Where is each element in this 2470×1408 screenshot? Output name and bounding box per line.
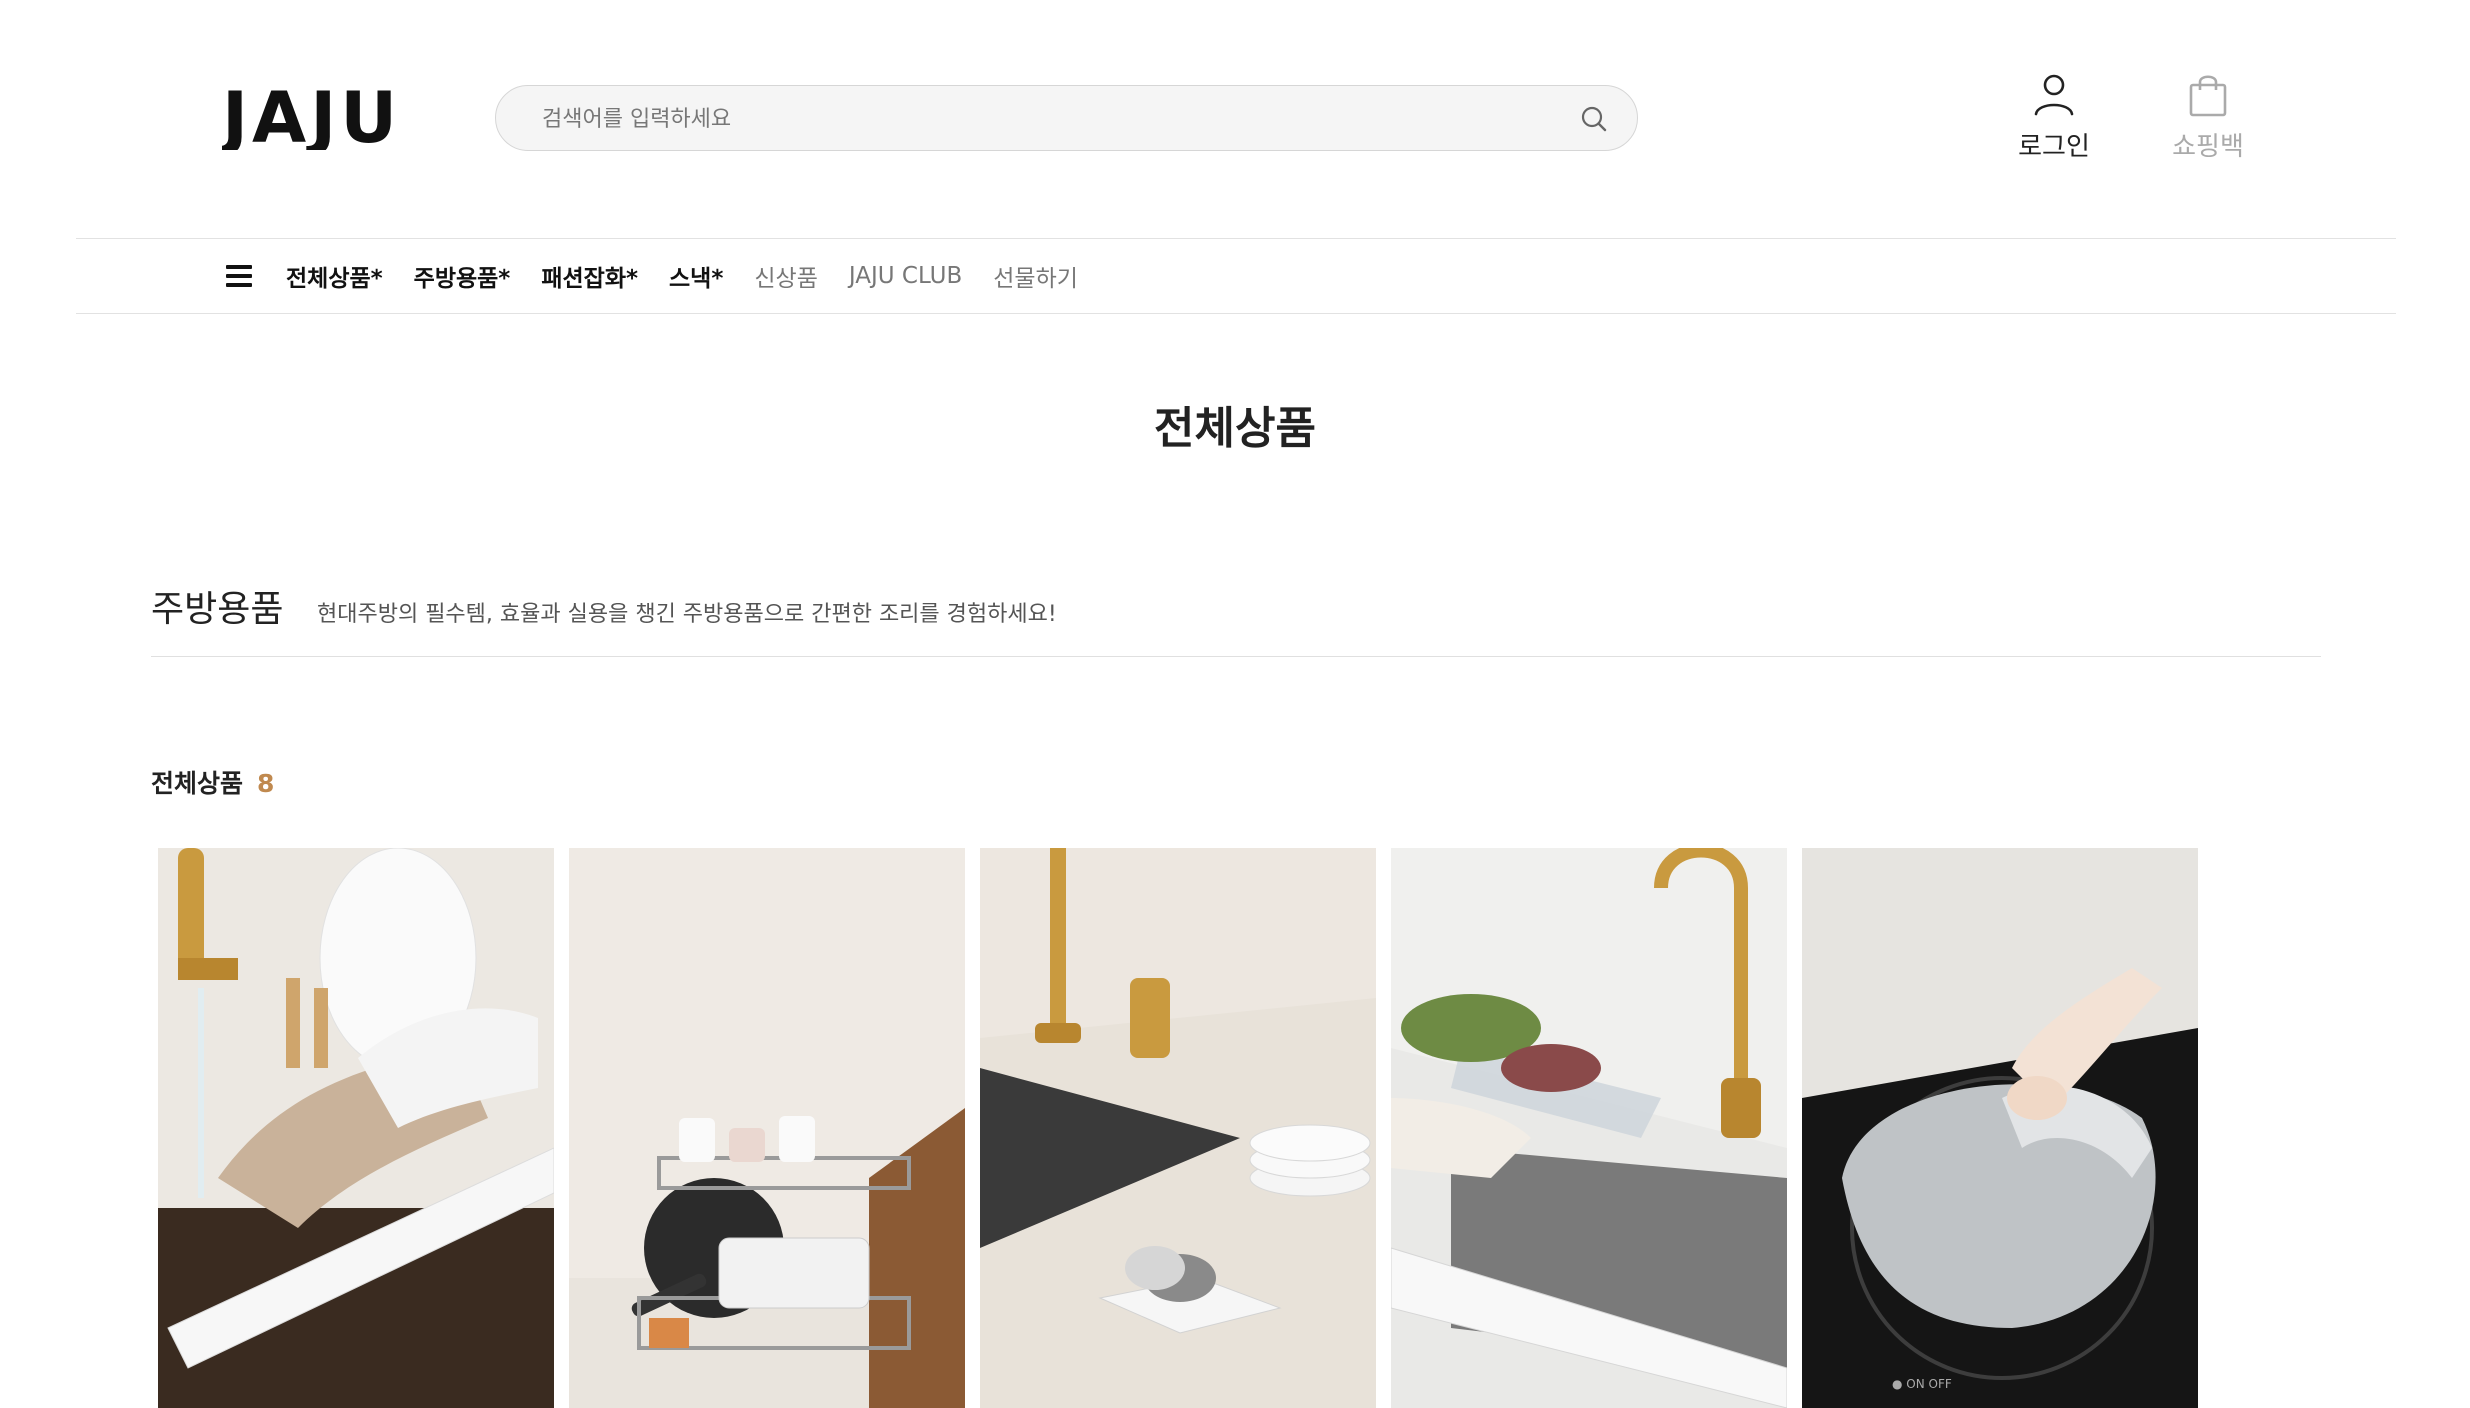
product-count: 8 <box>257 769 275 798</box>
product-image <box>158 848 554 1408</box>
nav-item-snack[interactable]: 스낵* <box>669 259 723 293</box>
page-title: 전체상품 <box>1154 403 1316 454</box>
nav-item-jaju-club[interactable]: JAJU CLUB <box>849 263 962 289</box>
category-header: 주방용품 현대주방의 필수템, 효율과 실용을 챙긴 주방용품으로 간편한 조리… <box>151 578 2321 657</box>
shopping-bag-button[interactable]: 쇼핑백 <box>2153 72 2263 163</box>
product-image <box>1391 848 1787 1408</box>
login-button[interactable]: 로그인 <box>1999 72 2109 163</box>
nav-item-new[interactable]: 신상품 <box>754 259 817 293</box>
product-image: ● ON OFF <box>1802 848 2198 1408</box>
product-card[interactable] <box>980 848 1376 1408</box>
login-label: 로그인 <box>2018 132 2090 162</box>
product-card[interactable] <box>158 848 554 1408</box>
shopping-bag-label: 쇼핑백 <box>2172 132 2244 162</box>
svg-text:JAJU: JAJU <box>222 82 401 150</box>
listing-label: 전체상품 <box>151 769 244 798</box>
search-input[interactable] <box>540 86 1544 152</box>
product-count-row: 전체상품 8 <box>151 764 274 800</box>
main-navigation: 전체상품* 주방용품* 패션잡화* 스낵* 신상품 JAJU CLUB 선물하기 <box>76 238 2396 314</box>
user-icon <box>2034 74 2074 116</box>
nav-item-fashion[interactable]: 패션잡화* <box>541 259 638 293</box>
product-card[interactable] <box>1391 848 1787 1408</box>
product-card[interactable]: ● ON OFF <box>1802 848 2198 1408</box>
nav-menu: 전체상품* 주방용품* 패션잡화* 스낵* 신상품 JAJU CLUB 선물하기 <box>286 239 1109 313</box>
product-card[interactable] <box>569 848 965 1408</box>
jaju-logo[interactable]: JAJU <box>222 82 424 150</box>
product-image <box>980 848 1376 1408</box>
nav-item-all-products[interactable]: 전체상품* <box>286 259 383 293</box>
search-bar <box>495 85 1638 152</box>
nav-item-kitchen[interactable]: 주방용품* <box>414 259 511 293</box>
shopping-bag-icon <box>2189 75 2227 117</box>
search-icon[interactable] <box>1579 104 1609 134</box>
site-header: JAJU 로그인 쇼핑백 전체상품* 주방용품* 패션잡화* 스낵* 신상품 J… <box>0 0 2470 314</box>
nav-item-gift[interactable]: 선물하기 <box>993 259 1078 293</box>
product-image <box>569 848 965 1408</box>
category-description: 현대주방의 필수템, 효율과 실용을 챙긴 주방용품으로 간편한 조리를 경험하… <box>317 602 1057 627</box>
category-title: 주방용품 <box>151 589 284 630</box>
svg-text:● ON OFF: ● ON OFF <box>1892 1377 1952 1391</box>
menu-icon[interactable] <box>226 265 252 287</box>
product-grid: ● ON OFF <box>158 848 2258 1408</box>
